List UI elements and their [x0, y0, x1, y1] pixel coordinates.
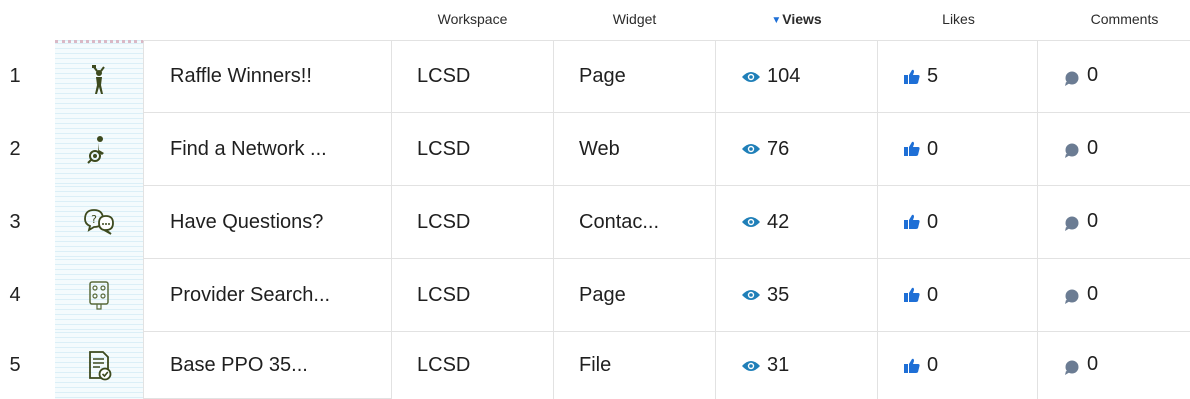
row-title[interactable]: Find a Network ... [143, 113, 392, 186]
header-comments[interactable]: Comments [1062, 11, 1187, 27]
thumbs-up-icon [903, 140, 921, 158]
row-workspace: LCSD [392, 332, 554, 399]
row-likes[interactable]: 0 [878, 186, 1038, 259]
comment-bubble-icon [1063, 213, 1081, 231]
row-title[interactable]: Raffle Winners!! [143, 40, 392, 113]
header-views[interactable]: ▼Views [734, 11, 859, 27]
row-likes[interactable]: 0 [878, 259, 1038, 332]
table-row[interactable]: 2 Find a Network ... LCSD Web 76 0 0 [0, 113, 1190, 186]
row-comments[interactable]: 0 [1038, 40, 1190, 113]
row-views: 76 [716, 113, 878, 186]
row-likes[interactable]: 0 [878, 332, 1038, 399]
row-widget: Page [554, 259, 716, 332]
row-widget: Contac... [554, 186, 716, 259]
row-rank: 2 [9, 138, 21, 160]
row-workspace: LCSD [392, 40, 554, 113]
trophy-person-icon [92, 64, 105, 94]
row-widget: File [554, 332, 716, 399]
thumbs-up-icon [903, 357, 921, 375]
row-rank: 3 [9, 211, 21, 233]
analytics-table: Workspace Widget ▼Views Likes Comments 1… [0, 0, 1190, 399]
row-rank: 1 [9, 65, 21, 87]
eye-icon [741, 359, 761, 373]
thumbs-up-icon [903, 68, 921, 86]
row-likes[interactable]: 5 [878, 40, 1038, 113]
row-comments[interactable]: 0 [1038, 186, 1190, 259]
row-views: 31 [716, 332, 878, 399]
comment-bubble-icon [1063, 286, 1081, 304]
comment-bubble-icon [1063, 140, 1081, 158]
network-search-icon [87, 135, 104, 164]
row-comments[interactable]: 0 [1038, 259, 1190, 332]
row-title[interactable]: Base PPO 35... [143, 332, 392, 399]
row-thumbnail[interactable]: ? [55, 186, 144, 259]
row-rank: 5 [9, 354, 21, 376]
row-title[interactable]: Have Questions? [143, 186, 392, 259]
table-row[interactable]: 4 Provider Search... LCSD Page 35 0 0 [0, 259, 1190, 332]
row-workspace: LCSD [392, 186, 554, 259]
thumbs-up-icon [903, 286, 921, 304]
provider-directory-icon [89, 280, 109, 310]
table-row[interactable]: 5 Base PPO 35... LCSD File 31 0 0 [0, 332, 1190, 399]
header-widget[interactable]: Widget [572, 11, 697, 27]
row-views: 35 [716, 259, 878, 332]
row-views: 42 [716, 186, 878, 259]
row-workspace: LCSD [392, 113, 554, 186]
question-chat-icon: ? [84, 208, 114, 235]
eye-icon [741, 288, 761, 302]
row-views: 104 [716, 40, 878, 113]
table-row[interactable]: 1 Raffle Winners!! LCSD Page 104 5 0 [0, 40, 1190, 116]
row-rank: 4 [9, 284, 21, 306]
row-likes[interactable]: 0 [878, 113, 1038, 186]
row-comments[interactable]: 0 [1038, 332, 1190, 399]
table-row[interactable]: 3 ? Have Questions? LCSD Contac... 42 0 … [0, 186, 1190, 259]
row-thumbnail[interactable] [55, 259, 144, 332]
row-workspace: LCSD [392, 259, 554, 332]
eye-icon [741, 142, 761, 156]
eye-icon [741, 215, 761, 229]
row-thumbnail[interactable] [55, 40, 144, 116]
svg-text:?: ? [91, 213, 97, 226]
table-header: Workspace Widget ▼Views Likes Comments [0, 0, 1190, 40]
row-comments[interactable]: 0 [1038, 113, 1190, 186]
row-title[interactable]: Provider Search... [143, 259, 392, 332]
header-likes[interactable]: Likes [896, 11, 1021, 27]
row-thumbnail[interactable] [55, 332, 144, 399]
comment-bubble-icon [1063, 68, 1081, 86]
eye-icon [741, 70, 761, 84]
thumbs-up-icon [903, 213, 921, 231]
row-widget: Web [554, 113, 716, 186]
comment-bubble-icon [1063, 357, 1081, 375]
row-thumbnail[interactable] [55, 113, 144, 186]
sort-desc-icon: ▼ [771, 15, 782, 26]
row-widget: Page [554, 40, 716, 113]
document-check-icon [89, 350, 112, 380]
header-workspace[interactable]: Workspace [410, 11, 535, 27]
